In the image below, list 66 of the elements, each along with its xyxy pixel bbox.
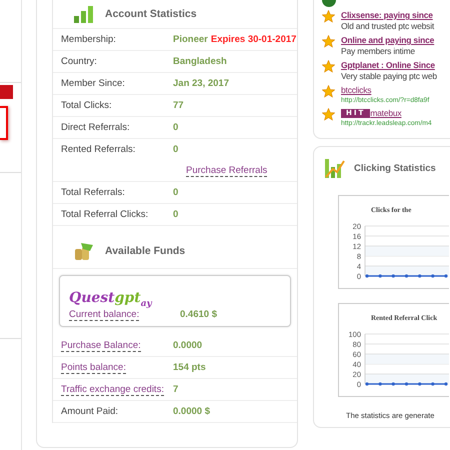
featured-link[interactable]: Clixsense: paying since <box>341 10 434 21</box>
data-point <box>444 382 448 386</box>
field-label: Total Referrals: <box>61 187 126 198</box>
field-label: Member Since: <box>61 78 126 89</box>
field-label: Total Referral Clicks: <box>61 209 150 220</box>
field-label: Direct Referrals: <box>61 122 131 133</box>
balance-link[interactable]: Points balance: <box>61 362 126 374</box>
purchase-link[interactable]: Purchase Referrals <box>186 164 268 176</box>
featured-link[interactable]: btcclicks <box>341 85 430 96</box>
section-title: Account Statistics <box>105 8 197 20</box>
featured-link[interactable]: Online and paying since <box>341 35 434 46</box>
data-point <box>431 274 434 278</box>
section-title: Available Funds <box>105 245 186 257</box>
logo-text: gpt <box>114 290 141 306</box>
data-point <box>418 274 422 278</box>
expiry-date: Expires 30-01-2017 <box>210 34 296 45</box>
outlined-box <box>0 106 8 140</box>
star-icon <box>322 60 335 73</box>
field-value: 0 <box>173 209 178 220</box>
star-icon <box>322 108 335 121</box>
star-icon <box>322 10 335 23</box>
data-point <box>378 274 382 278</box>
balance-link[interactable]: Current balance: <box>69 308 140 320</box>
field-value: 0.0000 <box>173 340 202 351</box>
field-value: Pioneer <box>173 34 208 45</box>
data-point <box>404 382 408 386</box>
field-label: Total Clicks: <box>61 100 113 111</box>
data-point <box>431 382 434 386</box>
field-value: 154 pts <box>173 362 206 373</box>
sidebar-tab[interactable] <box>0 85 13 99</box>
field-label: Country: <box>61 56 98 67</box>
field-value: 0.0000 $ <box>173 406 210 417</box>
field-label: Membership: <box>61 34 117 45</box>
data-point <box>365 382 369 386</box>
data-point <box>392 274 395 278</box>
featured-description: Old and trusted ptc websit <box>341 21 434 32</box>
logo-text: Quest <box>69 290 115 306</box>
field-value: 0 <box>173 122 178 133</box>
data-point <box>365 274 369 278</box>
bar-chart-icon <box>73 5 95 23</box>
star-icon <box>322 85 335 98</box>
star-icon <box>322 35 335 48</box>
logo-text: ay <box>140 299 152 309</box>
balance-link[interactable]: Traffic exchange credits: <box>61 384 164 396</box>
field-value: 0 <box>173 144 178 155</box>
trend-chart-icon <box>324 157 346 179</box>
data-point <box>418 382 422 386</box>
data-point <box>404 274 408 278</box>
field-value: 0 <box>173 187 178 198</box>
coins-icon <box>73 241 95 261</box>
featured-description: Very stable paying ptc web <box>341 71 437 82</box>
field-value: Jan 23, 2017 <box>173 78 229 89</box>
balance-link[interactable]: Purchase Balance: <box>61 340 141 352</box>
field-value: 0.4610 $ <box>180 308 217 320</box>
field-label: Rented Referrals: <box>61 144 136 155</box>
field-value: 7 <box>173 384 178 395</box>
field-label: Amount Paid: <box>61 406 120 417</box>
field-value: Bangladesh <box>173 56 227 67</box>
field-value: 77 <box>173 100 184 111</box>
featured-description: Pay members intime <box>341 46 416 57</box>
data-point <box>392 382 395 386</box>
data-point <box>378 382 382 386</box>
data-point <box>444 274 448 278</box>
featured-link[interactable]: Gptplanet : Online Since <box>341 60 437 71</box>
section-title: Clicking Statistics <box>354 162 436 174</box>
featured-link[interactable]: matebux <box>370 108 402 119</box>
